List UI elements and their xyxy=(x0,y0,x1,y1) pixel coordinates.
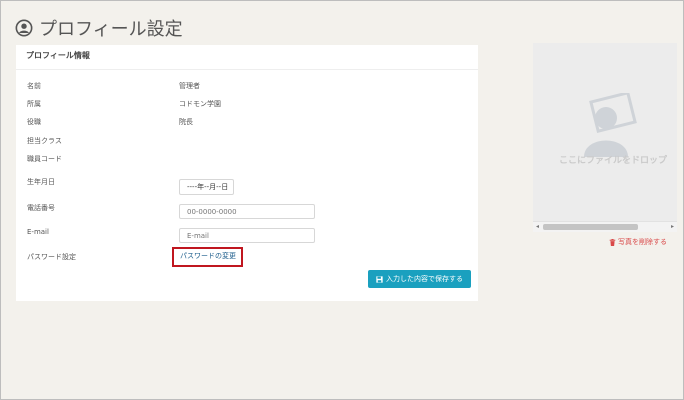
card-header: プロフィール情報 xyxy=(16,45,478,70)
scroll-thumb[interactable] xyxy=(543,224,638,230)
name-label: 名前 xyxy=(27,82,41,90)
avatar-placeholder-icon xyxy=(584,93,637,157)
delete-photo-button[interactable]: 写真を削除する xyxy=(609,237,667,247)
class-label: 担当クラス xyxy=(27,137,62,145)
phone-label: 電話番号 xyxy=(27,204,55,212)
save-button-label: 入力した内容で保存する xyxy=(386,275,463,283)
page-title-text: プロフィール設定 xyxy=(39,19,183,40)
affiliation-label: 所属 xyxy=(27,100,41,108)
save-button[interactable]: 入力した内容で保存する xyxy=(368,270,471,288)
scroll-right-icon[interactable]: ▸ xyxy=(671,222,674,232)
birthday-date-input[interactable]: ----年--月--日 xyxy=(179,179,234,195)
save-icon xyxy=(376,275,383,283)
position-label: 役職 xyxy=(27,118,41,126)
scroll-left-icon[interactable]: ◂ xyxy=(536,222,539,232)
delete-photo-label: 写真を削除する xyxy=(618,238,667,246)
photo-scrollbar[interactable]: ◂ ▸ xyxy=(533,221,677,232)
photo-drop-area[interactable]: ここにファイルをドロップ xyxy=(533,43,677,221)
photo-drop-text: ここにファイルをドロップ xyxy=(559,156,668,166)
affiliation-value: コドモン学園 xyxy=(179,100,221,108)
page-title: プロフィール設定 xyxy=(15,15,183,41)
name-value: 管理者 xyxy=(179,82,200,90)
password-label: パスワード設定 xyxy=(27,253,76,261)
birthday-label: 生年月日 xyxy=(27,178,55,186)
trash-icon xyxy=(609,238,616,246)
change-password-link[interactable]: パスワードの変更 xyxy=(172,247,243,267)
position-value: 院長 xyxy=(179,118,193,126)
email-input[interactable] xyxy=(179,228,315,243)
user-circle-icon xyxy=(15,19,33,37)
phone-input[interactable] xyxy=(179,204,315,219)
profile-card: プロフィール情報 名前 管理者 所属 コドモン学園 役職 院長 担当クラス 職員… xyxy=(16,45,478,301)
email-label: E-mail xyxy=(27,228,49,236)
staff-code-label: 職員コード xyxy=(27,155,62,163)
